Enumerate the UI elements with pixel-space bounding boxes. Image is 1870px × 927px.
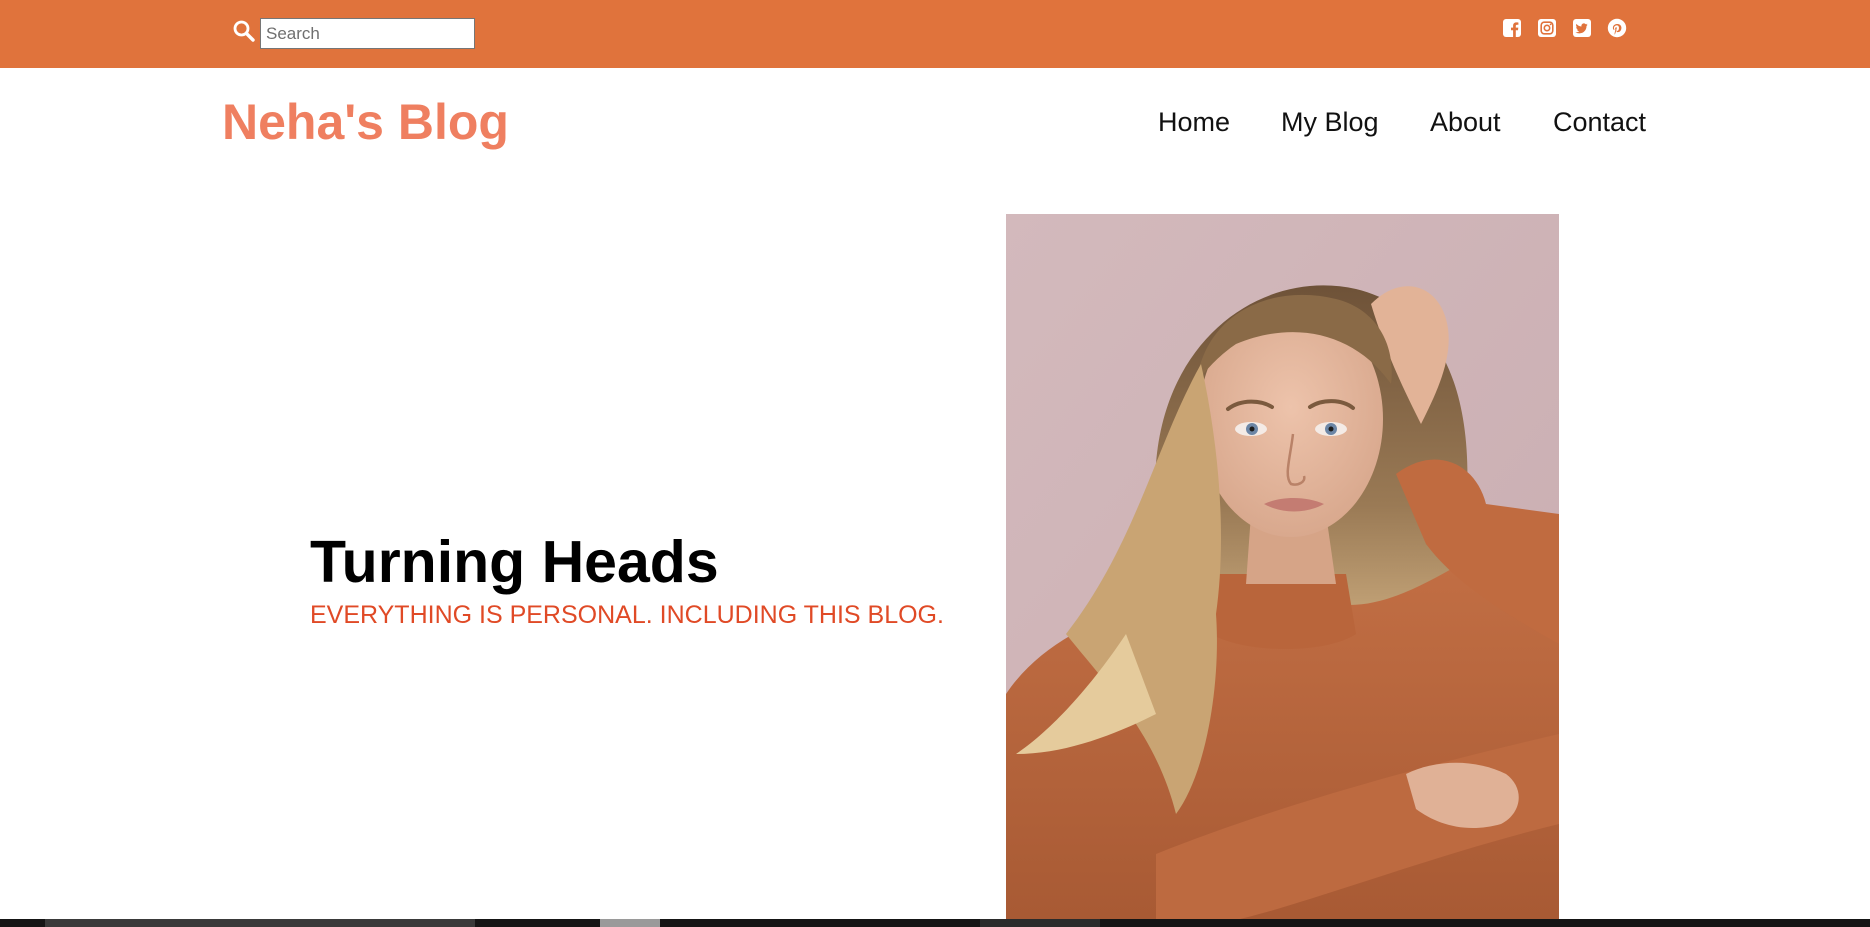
search-input[interactable] — [260, 18, 475, 49]
nav-about-link[interactable]: About — [1430, 104, 1501, 140]
nav-my-blog-link[interactable]: My Blog — [1281, 104, 1379, 140]
next-section-edge — [0, 919, 1870, 927]
portrait-photo — [1006, 214, 1559, 920]
top-bar — [0, 0, 1870, 68]
pinterest-icon[interactable] — [1607, 18, 1627, 38]
site-title[interactable]: Neha's Blog — [222, 92, 509, 152]
instagram-icon[interactable] — [1537, 18, 1557, 38]
nav-contact-link[interactable]: Contact — [1553, 104, 1646, 140]
search-icon[interactable] — [232, 19, 256, 43]
hero-heading: Turning Heads — [310, 529, 719, 595]
hero-tagline: EVERYTHING IS PERSONAL. INCLUDING THIS B… — [310, 601, 944, 629]
twitter-square-icon[interactable] — [1572, 18, 1592, 38]
nav-home-link[interactable]: Home — [1158, 104, 1230, 140]
facebook-square-icon[interactable] — [1502, 18, 1522, 38]
